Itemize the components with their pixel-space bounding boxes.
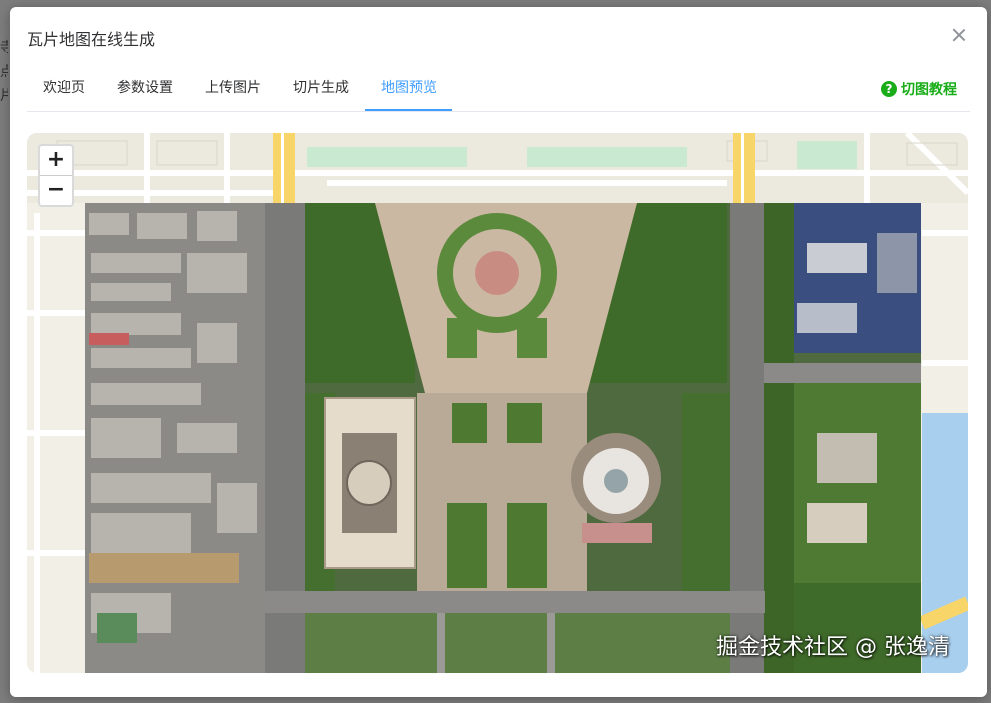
- tab-welcome[interactable]: 欢迎页: [43, 77, 85, 97]
- zoom-control: + −: [38, 144, 74, 207]
- zoom-out-button[interactable]: −: [40, 175, 72, 205]
- tab-params[interactable]: 参数设置: [117, 77, 173, 97]
- close-icon[interactable]: [949, 25, 969, 45]
- tutorial-label: 切图教程: [901, 81, 957, 97]
- map-canvas[interactable]: [27, 133, 968, 673]
- dialog-title: 瓦片地图在线生成: [27, 30, 156, 49]
- tutorial-link[interactable]: ? 切图教程: [881, 79, 957, 99]
- map-preview[interactable]: + − 掘金技术社区 @ 张逸清: [27, 133, 968, 673]
- dialog-header: 瓦片地图在线生成: [10, 7, 987, 63]
- tab-slice[interactable]: 切片生成: [293, 77, 349, 97]
- question-circle-icon: ?: [881, 81, 897, 97]
- satellite-image-overlay: [85, 203, 921, 673]
- tile-map-dialog: 瓦片地图在线生成 欢迎页 参数设置 上传图片 切片生成 地图预览 ? 切图教程: [10, 7, 987, 697]
- tab-upload[interactable]: 上传图片: [205, 77, 261, 97]
- active-tab-indicator: [365, 109, 452, 111]
- watermark-text: 掘金技术社区 @ 张逸清: [716, 635, 950, 660]
- tab-bar: 欢迎页 参数设置 上传图片 切片生成 地图预览: [27, 71, 970, 112]
- tab-map-preview[interactable]: 地图预览: [381, 77, 437, 97]
- zoom-in-button[interactable]: +: [40, 146, 72, 175]
